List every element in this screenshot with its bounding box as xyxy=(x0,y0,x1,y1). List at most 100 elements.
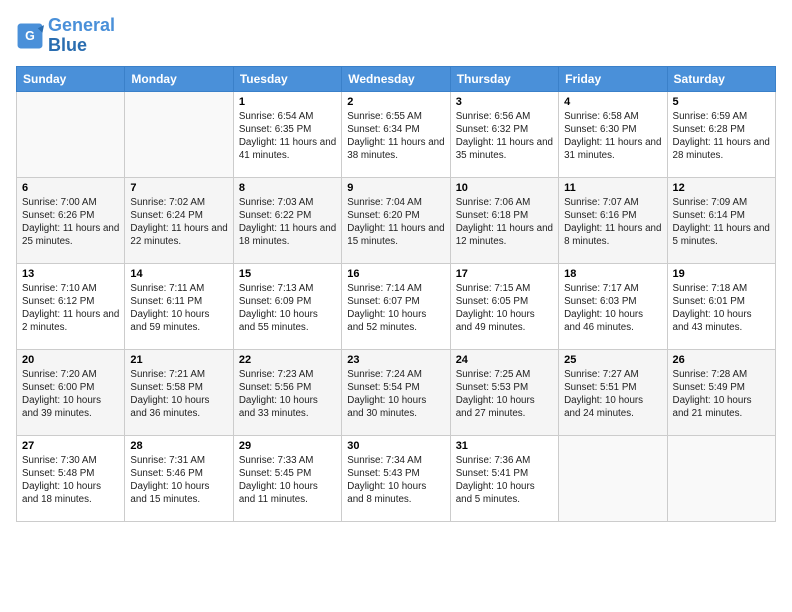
day-number: 20 xyxy=(22,354,119,366)
day-content: Sunrise: 7:30 AMSunset: 5:48 PMDaylight:… xyxy=(22,454,119,507)
calendar-cell: 18 Sunrise: 7:17 AMSunset: 6:03 PMDayligh… xyxy=(559,263,667,349)
day-content: Sunrise: 7:20 AMSunset: 6:00 PMDaylight:… xyxy=(22,368,119,421)
logo-icon: G xyxy=(16,22,44,50)
day-number: 13 xyxy=(22,268,119,280)
calendar-cell: 23 Sunrise: 7:24 AMSunset: 5:54 PMDayligh… xyxy=(342,349,450,435)
day-content: Sunrise: 7:14 AMSunset: 6:07 PMDaylight:… xyxy=(347,282,444,335)
day-content: Sunrise: 7:18 AMSunset: 6:01 PMDaylight:… xyxy=(673,282,770,335)
day-number: 30 xyxy=(347,440,444,452)
weekday-header: Thursday xyxy=(450,66,558,91)
day-number: 24 xyxy=(456,354,553,366)
day-content: Sunrise: 7:27 AMSunset: 5:51 PMDaylight:… xyxy=(564,368,661,421)
logo-text: GeneralBlue xyxy=(48,16,115,56)
day-content: Sunrise: 7:36 AMSunset: 5:41 PMDaylight:… xyxy=(456,454,553,507)
day-content: Sunrise: 7:13 AMSunset: 6:09 PMDaylight:… xyxy=(239,282,336,335)
weekday-header: Monday xyxy=(125,66,233,91)
weekday-header: Friday xyxy=(559,66,667,91)
calendar-cell xyxy=(125,91,233,177)
day-number: 6 xyxy=(22,182,119,194)
day-number: 1 xyxy=(239,96,336,108)
calendar-cell xyxy=(667,435,775,521)
calendar-cell: 19Sunrise: 7:18 AMSunset: 6:01 PMDayligh… xyxy=(667,263,775,349)
calendar-week-row: 1Sunrise: 6:54 AMSunset: 6:35 PMDaylight… xyxy=(17,91,776,177)
logo: G GeneralBlue xyxy=(16,16,115,56)
day-number: 10 xyxy=(456,182,553,194)
calendar-week-row: 6Sunrise: 7:00 AMSunset: 6:26 PMDaylight… xyxy=(17,177,776,263)
weekday-header: Sunday xyxy=(17,66,125,91)
weekday-header: Saturday xyxy=(667,66,775,91)
day-number: 26 xyxy=(673,354,770,366)
calendar-cell: 24 Sunrise: 7:25 AMSunset: 5:53 PMDayligh… xyxy=(450,349,558,435)
day-number: 28 xyxy=(130,440,227,452)
day-number: 29 xyxy=(239,440,336,452)
day-number: 9 xyxy=(347,182,444,194)
weekday-header: Wednesday xyxy=(342,66,450,91)
day-number: 3 xyxy=(456,96,553,108)
day-content: Sunrise: 6:56 AMSunset: 6:32 PMDaylight:… xyxy=(456,110,553,163)
day-number: 25 xyxy=(564,354,661,366)
calendar-cell: 22 Sunrise: 7:23 AMSunset: 5:56 PMDayligh… xyxy=(233,349,341,435)
calendar-cell: 14 Sunrise: 7:11 AMSunset: 6:11 PMDayligh… xyxy=(125,263,233,349)
day-content: Sunrise: 7:23 AMSunset: 5:56 PMDaylight:… xyxy=(239,368,336,421)
day-number: 16 xyxy=(347,268,444,280)
day-number: 27 xyxy=(22,440,119,452)
day-number: 31 xyxy=(456,440,553,452)
calendar-cell: 20 Sunrise: 7:20 AMSunset: 6:00 PMDayligh… xyxy=(17,349,125,435)
day-content: Sunrise: 7:06 AMSunset: 6:18 PMDaylight:… xyxy=(456,196,553,249)
calendar-week-row: 20 Sunrise: 7:20 AMSunset: 6:00 PMDayligh… xyxy=(17,349,776,435)
day-number: 5 xyxy=(673,96,770,108)
page-header: G GeneralBlue xyxy=(16,16,776,56)
day-content: Sunrise: 7:11 AMSunset: 6:11 PMDaylight:… xyxy=(130,282,227,335)
calendar-cell: 2 Sunrise: 6:55 AMSunset: 6:34 PMDaylight… xyxy=(342,91,450,177)
calendar-table: SundayMondayTuesdayWednesdayThursdayFrid… xyxy=(16,66,776,522)
day-content: Sunrise: 7:25 AMSunset: 5:53 PMDaylight:… xyxy=(456,368,553,421)
day-number: 18 xyxy=(564,268,661,280)
calendar-cell xyxy=(559,435,667,521)
day-content: Sunrise: 7:17 AMSunset: 6:03 PMDaylight:… xyxy=(564,282,661,335)
day-number: 12 xyxy=(673,182,770,194)
day-number: 22 xyxy=(239,354,336,366)
day-content: Sunrise: 7:07 AMSunset: 6:16 PMDaylight:… xyxy=(564,196,661,249)
day-number: 14 xyxy=(130,268,227,280)
day-content: Sunrise: 7:31 AMSunset: 5:46 PMDaylight:… xyxy=(130,454,227,507)
calendar-cell: 13 Sunrise: 7:10 AMSunset: 6:12 PMDayligh… xyxy=(17,263,125,349)
day-content: Sunrise: 7:10 AMSunset: 6:12 PMDaylight:… xyxy=(22,282,119,335)
calendar-cell: 21 Sunrise: 7:21 AMSunset: 5:58 PMDayligh… xyxy=(125,349,233,435)
calendar-cell: 27 Sunrise: 7:30 AMSunset: 5:48 PMDayligh… xyxy=(17,435,125,521)
day-content: Sunrise: 7:15 AMSunset: 6:05 PMDaylight:… xyxy=(456,282,553,335)
day-content: Sunrise: 7:34 AMSunset: 5:43 PMDaylight:… xyxy=(347,454,444,507)
calendar-week-row: 27 Sunrise: 7:30 AMSunset: 5:48 PMDayligh… xyxy=(17,435,776,521)
day-content: Sunrise: 7:28 AMSunset: 5:49 PMDaylight:… xyxy=(673,368,770,421)
calendar-cell: 15Sunrise: 7:13 AMSunset: 6:09 PMDayligh… xyxy=(233,263,341,349)
day-number: 21 xyxy=(130,354,227,366)
day-content: Sunrise: 7:33 AMSunset: 5:45 PMDaylight:… xyxy=(239,454,336,507)
day-content: Sunrise: 6:55 AMSunset: 6:34 PMDaylight:… xyxy=(347,110,444,163)
day-content: Sunrise: 7:24 AMSunset: 5:54 PMDaylight:… xyxy=(347,368,444,421)
day-content: Sunrise: 7:09 AMSunset: 6:14 PMDaylight:… xyxy=(673,196,770,249)
calendar-cell: 5 Sunrise: 6:59 AMSunset: 6:28 PMDaylight… xyxy=(667,91,775,177)
day-number: 8 xyxy=(239,182,336,194)
calendar-cell: 9 Sunrise: 7:04 AMSunset: 6:20 PMDaylight… xyxy=(342,177,450,263)
calendar-cell: 8Sunrise: 7:03 AMSunset: 6:22 PMDaylight… xyxy=(233,177,341,263)
calendar-cell xyxy=(17,91,125,177)
calendar-week-row: 13 Sunrise: 7:10 AMSunset: 6:12 PMDayligh… xyxy=(17,263,776,349)
calendar-cell: 6Sunrise: 7:00 AMSunset: 6:26 PMDaylight… xyxy=(17,177,125,263)
calendar-cell: 26 Sunrise: 7:28 AMSunset: 5:49 PMDayligh… xyxy=(667,349,775,435)
calendar-cell: 16 Sunrise: 7:14 AMSunset: 6:07 PMDayligh… xyxy=(342,263,450,349)
day-content: Sunrise: 6:58 AMSunset: 6:30 PMDaylight:… xyxy=(564,110,661,163)
day-number: 2 xyxy=(347,96,444,108)
calendar-cell: 17Sunrise: 7:15 AMSunset: 6:05 PMDayligh… xyxy=(450,263,558,349)
day-number: 23 xyxy=(347,354,444,366)
calendar-cell: 7Sunrise: 7:02 AMSunset: 6:24 PMDaylight… xyxy=(125,177,233,263)
svg-text:G: G xyxy=(25,29,35,43)
calendar-cell: 31 Sunrise: 7:36 AMSunset: 5:41 PMDayligh… xyxy=(450,435,558,521)
calendar-cell: 12 Sunrise: 7:09 AMSunset: 6:14 PMDayligh… xyxy=(667,177,775,263)
day-content: Sunrise: 7:21 AMSunset: 5:58 PMDaylight:… xyxy=(130,368,227,421)
weekday-header: Tuesday xyxy=(233,66,341,91)
calendar-cell: 4 Sunrise: 6:58 AMSunset: 6:30 PMDaylight… xyxy=(559,91,667,177)
day-content: Sunrise: 7:04 AMSunset: 6:20 PMDaylight:… xyxy=(347,196,444,249)
calendar-cell: 11Sunrise: 7:07 AMSunset: 6:16 PMDayligh… xyxy=(559,177,667,263)
weekday-header-row: SundayMondayTuesdayWednesdayThursdayFrid… xyxy=(17,66,776,91)
day-content: Sunrise: 6:59 AMSunset: 6:28 PMDaylight:… xyxy=(673,110,770,163)
day-number: 4 xyxy=(564,96,661,108)
